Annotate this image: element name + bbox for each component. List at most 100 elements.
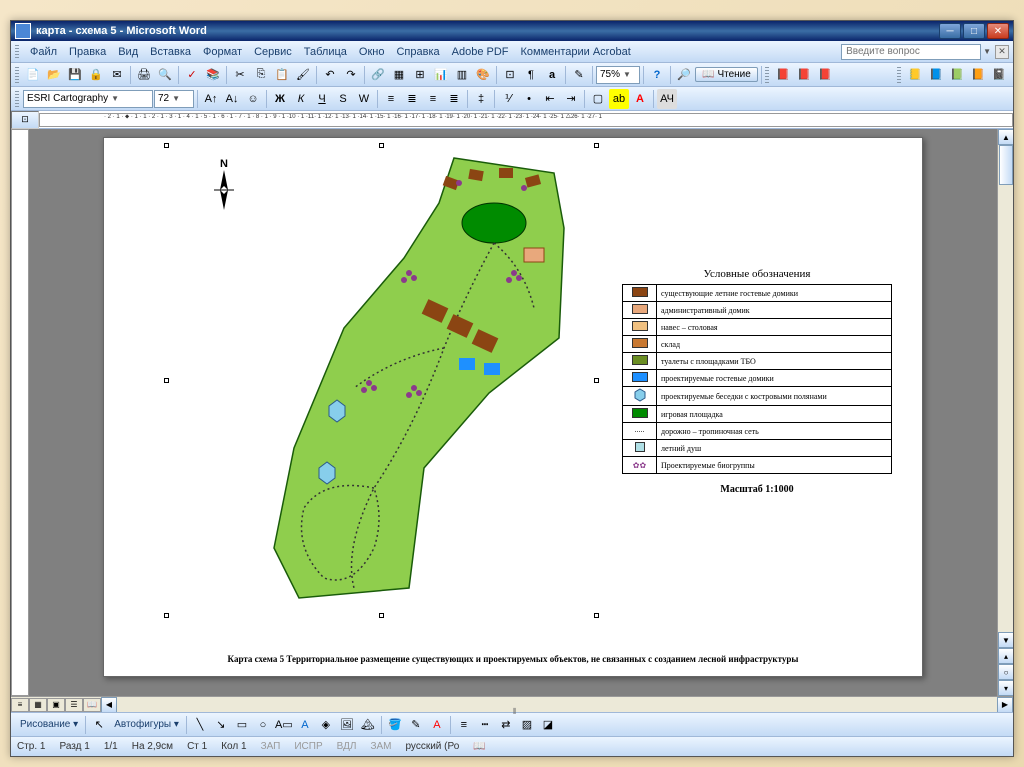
menu-file[interactable]: Файл — [24, 44, 63, 60]
scroll-thumb[interactable] — [999, 145, 1013, 185]
search-dropdown-icon[interactable]: ▼ — [983, 47, 991, 56]
web-view-button[interactable]: ▦ — [29, 698, 47, 712]
menu-window[interactable]: Окно — [353, 44, 391, 60]
pdf-button-1[interactable]: 📕 — [773, 65, 793, 85]
close-document-button[interactable]: ✕ — [995, 45, 1009, 59]
diagram-button[interactable]: ◈ — [316, 715, 336, 735]
char-shading-button[interactable]: АЧ — [657, 89, 677, 109]
ruler-corner-button[interactable]: ⊡ — [11, 111, 39, 129]
menu-acrobat-comments[interactable]: Комментарии Acrobat — [515, 44, 637, 60]
vertical-scrollbar[interactable]: ▲ ▼ ▴ ○ ▾ — [997, 129, 1013, 696]
help-search-input[interactable] — [841, 44, 981, 60]
excel-button[interactable]: 📊 — [431, 65, 451, 85]
help-button[interactable]: ? — [647, 65, 667, 85]
shadow-style-button[interactable]: ▨ — [517, 715, 537, 735]
line-style-button[interactable]: ≡ — [454, 715, 474, 735]
print-view-button[interactable]: ▣ — [47, 698, 65, 712]
shrink-font-button[interactable]: A↓ — [222, 89, 242, 109]
scroll-down-button[interactable]: ▼ — [998, 632, 1013, 648]
menu-help[interactable]: Справка — [390, 44, 445, 60]
3d-style-button[interactable]: ◪ — [538, 715, 558, 735]
normal-view-button[interactable]: ≡ — [11, 698, 29, 712]
cut-button[interactable]: ✂ — [230, 65, 250, 85]
reading-mode-button[interactable]: 📖 Чтение — [695, 67, 758, 82]
insert-table-button[interactable]: ⊞ — [410, 65, 430, 85]
increase-indent-button[interactable]: ⇥ — [561, 89, 581, 109]
font-color-button[interactable]: А — [630, 89, 650, 109]
grip-handle[interactable] — [15, 45, 19, 59]
print-preview-button[interactable]: 🔍 — [155, 65, 175, 85]
status-ext[interactable]: ВДЛ — [337, 741, 357, 752]
line-button[interactable]: ╲ — [190, 715, 210, 735]
oval-button[interactable]: ○ — [253, 715, 273, 735]
spelling-button[interactable]: ✓ — [182, 65, 202, 85]
scroll-left-button[interactable]: ◀ — [101, 697, 117, 713]
print-button[interactable]: 🖨 — [134, 65, 154, 85]
borders-button[interactable]: ▢ — [588, 89, 608, 109]
save-button[interactable]: 💾 — [65, 65, 85, 85]
menu-edit[interactable]: Правка — [63, 44, 112, 60]
grip-handle[interactable] — [15, 67, 19, 83]
wordart-button[interactable]: W — [354, 89, 374, 109]
grip-handle[interactable] — [765, 67, 769, 83]
scroll-right-button[interactable]: ▶ — [997, 697, 1013, 713]
research-button[interactable]: 📚 — [203, 65, 223, 85]
decrease-indent-button[interactable]: ⇤ — [540, 89, 560, 109]
status-trk[interactable]: ИСПР — [294, 741, 322, 752]
minimize-button[interactable]: ─ — [939, 23, 961, 39]
bold-button[interactable]: Ж — [270, 89, 290, 109]
menu-insert[interactable]: Вставка — [144, 44, 197, 60]
highlight-button[interactable]: ab — [609, 89, 629, 109]
tables-borders-button[interactable]: ▦ — [389, 65, 409, 85]
picture-button[interactable]: 🏔 — [358, 715, 378, 735]
menu-format[interactable]: Формат — [197, 44, 248, 60]
pdf-button-2[interactable]: 📕 — [794, 65, 814, 85]
close-button[interactable]: ✕ — [987, 23, 1009, 39]
grip-handle[interactable] — [15, 91, 19, 107]
outline-view-button[interactable]: ☰ — [65, 698, 83, 712]
maximize-button[interactable]: □ — [963, 23, 985, 39]
undo-button[interactable]: ↶ — [320, 65, 340, 85]
columns-button[interactable]: ▥ — [452, 65, 472, 85]
underline-button[interactable]: Ч — [312, 89, 332, 109]
permission-button[interactable]: 🔒 — [86, 65, 106, 85]
grip-handle[interactable] — [897, 67, 901, 83]
redo-button[interactable]: ↷ — [341, 65, 361, 85]
show-hide-button[interactable]: a — [542, 65, 562, 85]
drawing-button[interactable]: 🎨 — [473, 65, 493, 85]
textbox-button[interactable]: A▭ — [274, 715, 294, 735]
font-color-draw-button[interactable]: А — [427, 715, 447, 735]
show-marks-button[interactable]: ¶ — [521, 65, 541, 85]
paste-button[interactable]: 📋 — [272, 65, 292, 85]
fill-color-button[interactable]: 🪣 — [385, 715, 405, 735]
next-page-button[interactable]: ▾ — [998, 680, 1013, 696]
font-size-combo[interactable]: 72▼ — [154, 90, 194, 108]
shadow-button[interactable]: S — [333, 89, 353, 109]
justify-button[interactable]: ≣ — [444, 89, 464, 109]
vertical-ruler[interactable] — [11, 129, 29, 696]
extra-button-5[interactable]: 📓 — [989, 65, 1009, 85]
status-spell-icon[interactable]: 📖 — [473, 741, 485, 752]
italic-button[interactable]: К — [291, 89, 311, 109]
drawing-menu[interactable]: Рисование ▾ — [16, 719, 82, 730]
new-doc-button[interactable]: 📄 — [23, 65, 43, 85]
bullets-button[interactable]: • — [519, 89, 539, 109]
menu-table[interactable]: Таблица — [298, 44, 353, 60]
numbering-button[interactable]: ⅟ — [498, 89, 518, 109]
status-lang[interactable]: русский (Ро — [405, 741, 459, 752]
select-objects-button[interactable]: ↖ — [89, 715, 109, 735]
open-button[interactable]: 📂 — [44, 65, 64, 85]
grow-font-button[interactable]: A↑ — [201, 89, 221, 109]
extra-button-3[interactable]: 📗 — [947, 65, 967, 85]
status-rec[interactable]: ЗАП — [261, 741, 281, 752]
copy-button[interactable]: ⎘ — [251, 65, 271, 85]
dash-style-button[interactable]: ┅ — [475, 715, 495, 735]
scroll-up-button[interactable]: ▲ — [998, 129, 1013, 145]
ink-button[interactable]: ✎ — [569, 65, 589, 85]
status-ovr[interactable]: ЗАМ — [370, 741, 391, 752]
prev-page-button[interactable]: ▴ — [998, 648, 1013, 664]
extra-button-1[interactable]: 📒 — [905, 65, 925, 85]
document-scroll-area[interactable]: N — [29, 129, 997, 696]
menu-tools[interactable]: Сервис — [248, 44, 298, 60]
hyperlink-button[interactable]: 🔗 — [368, 65, 388, 85]
